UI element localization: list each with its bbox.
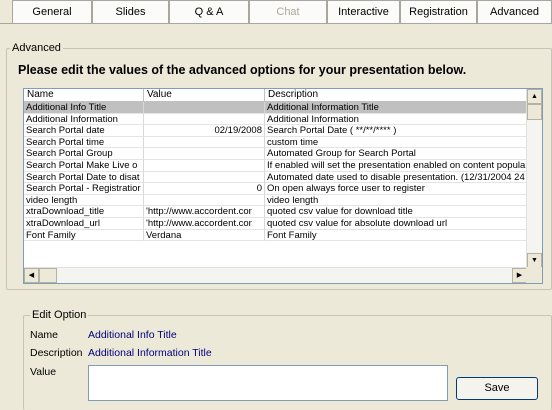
table-row[interactable]: Additional Info Title Additional Informa… xyxy=(24,102,527,114)
table-row[interactable]: video length video length xyxy=(24,194,527,207)
options-grid[interactable]: Name Value Description Additional Info T… xyxy=(23,88,543,284)
name-value: Additional Info Title xyxy=(88,329,177,341)
row-value xyxy=(144,160,265,172)
name-label: Name xyxy=(30,329,59,341)
column-header-value[interactable]: Value xyxy=(144,89,265,102)
horizontal-scroll-thumb[interactable] xyxy=(39,268,57,283)
row-value xyxy=(144,136,265,149)
tab-divider xyxy=(0,23,552,24)
advanced-legend: Advanced xyxy=(10,42,63,54)
page-heading: Please edit the values of the advanced o… xyxy=(18,63,467,77)
row-name: Search Portal - Registratior xyxy=(24,183,144,195)
tab-general[interactable]: General xyxy=(12,0,92,23)
tab-advanced[interactable]: Advanced xyxy=(477,0,552,23)
row-description: Font Family xyxy=(265,229,527,242)
table-row[interactable]: Search Portal Date to disat Automated da… xyxy=(24,171,527,184)
row-description: Automated date used to disable presentat… xyxy=(265,171,527,184)
table-row[interactable]: Font Family Verdana Font Family xyxy=(24,229,527,242)
row-description: custom time xyxy=(265,136,527,149)
row-name: Font Family xyxy=(24,229,144,242)
row-value: 0 xyxy=(144,183,265,195)
row-name: Search Portal Date to disat xyxy=(24,171,144,184)
scroll-corner xyxy=(526,267,542,283)
row-description: video length xyxy=(265,194,527,207)
row-value xyxy=(144,113,265,126)
table-row[interactable]: Search Portal Make Live o If enabled wil… xyxy=(24,160,527,172)
column-header-description[interactable]: Description xyxy=(265,89,527,102)
tab-qa[interactable]: Q & A xyxy=(169,0,249,23)
table-row[interactable]: Search Portal Group Automated Group for … xyxy=(24,148,527,160)
row-value xyxy=(144,194,265,207)
row-name: xtraDownload_title xyxy=(24,206,144,218)
table-row[interactable]: xtraDownload_url 'http://www.accordent.c… xyxy=(24,218,527,230)
table-row[interactable]: Search Portal date 02/19/2008 Search Por… xyxy=(24,125,527,137)
description-label: Description xyxy=(30,347,83,359)
options-grid-body: Name Value Description Additional Info T… xyxy=(24,89,527,268)
row-name: Additional Info Title xyxy=(24,102,144,114)
row-description: quoted csv value for absolute download u… xyxy=(265,218,527,230)
row-value xyxy=(144,148,265,160)
value-input[interactable] xyxy=(88,365,448,401)
column-header-name[interactable]: Name xyxy=(24,89,144,102)
grid-header: Name Value Description xyxy=(24,89,527,102)
row-value: 'http://www.accordent.cor xyxy=(144,206,265,218)
row-name: xtraDownload_url xyxy=(24,218,144,230)
table-row[interactable]: Search Portal - Registratior 0 On open a… xyxy=(24,183,527,195)
row-name: Search Portal Make Live o xyxy=(24,160,144,172)
vertical-scroll-thumb[interactable] xyxy=(527,104,542,120)
row-name: Search Portal time xyxy=(24,136,144,149)
row-description: Search Portal Date ( **/**/**** ) xyxy=(265,125,527,137)
row-value: 'http://www.accordent.cor xyxy=(144,218,265,230)
row-name: Additional Information xyxy=(24,113,144,126)
edit-option-legend: Edit Option xyxy=(30,309,89,321)
value-label: Value xyxy=(30,366,57,378)
tab-registration[interactable]: Registration xyxy=(400,0,477,23)
scroll-right-icon[interactable]: ▶ xyxy=(512,268,527,283)
row-description: If enabled will set the presentation ena… xyxy=(265,160,527,172)
table-row[interactable]: Search Portal time custom time xyxy=(24,136,527,149)
row-value xyxy=(144,102,265,114)
row-name: Search Portal date xyxy=(24,125,144,137)
row-value: Verdana xyxy=(144,229,265,242)
row-description: Additional Information Title xyxy=(265,102,527,114)
scroll-left-icon[interactable]: ◀ xyxy=(24,268,39,283)
description-value: Additional Information Title xyxy=(88,347,212,359)
row-description: quoted csv value for download title xyxy=(265,206,527,218)
row-description: On open always force user to register xyxy=(265,183,527,195)
row-description: Additional Information xyxy=(265,113,527,126)
scroll-down-icon[interactable]: ▼ xyxy=(527,253,542,268)
table-row[interactable]: xtraDownload_title 'http://www.accordent… xyxy=(24,206,527,218)
tab-slides[interactable]: Slides xyxy=(92,0,169,23)
row-value xyxy=(144,171,265,184)
table-row[interactable]: Additional Information Additional Inform… xyxy=(24,113,527,126)
horizontal-scrollbar[interactable]: ◀ ▶ xyxy=(24,267,527,283)
tab-chat: Chat xyxy=(249,0,327,23)
row-value: 02/19/2008 xyxy=(144,125,265,137)
tab-interactive[interactable]: Interactive xyxy=(327,0,400,23)
row-name: video length xyxy=(24,194,144,207)
row-description: Automated Group for Search Portal xyxy=(265,148,527,160)
row-name: Search Portal Group xyxy=(24,148,144,160)
vertical-scrollbar[interactable]: ▲ ▼ xyxy=(526,89,542,268)
tab-bar: General Slides Q & A Chat Interactive Re… xyxy=(0,0,552,24)
scroll-up-icon[interactable]: ▲ xyxy=(527,89,542,104)
save-button[interactable]: Save xyxy=(456,377,538,400)
